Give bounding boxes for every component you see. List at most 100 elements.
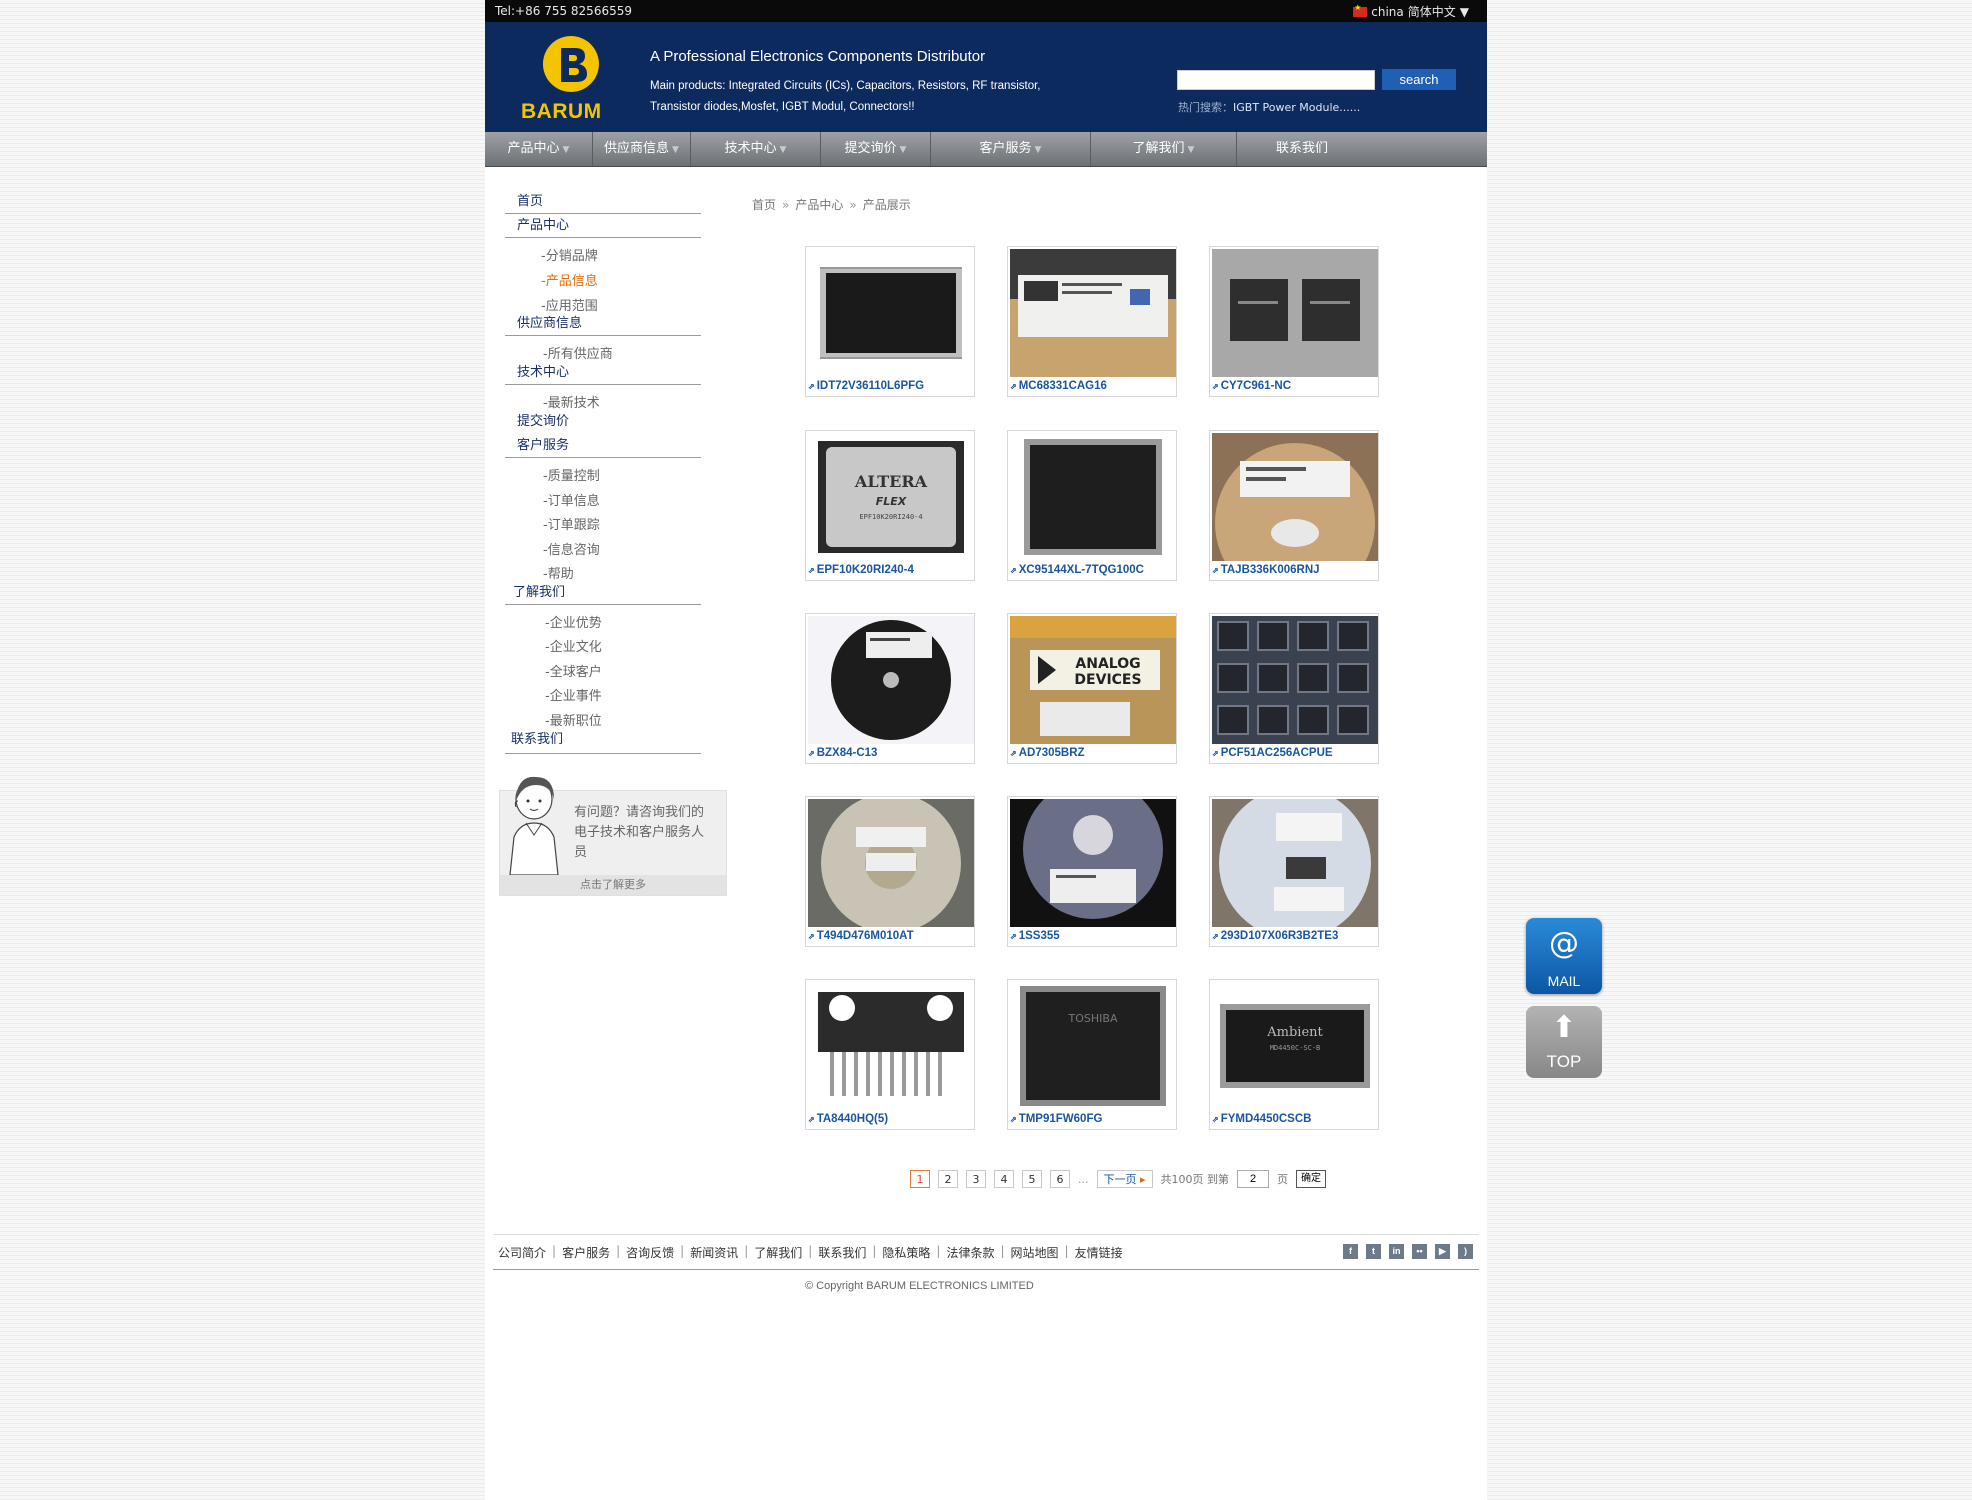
hot-search-keyword[interactable]: IGBT Power Module...... (1233, 101, 1360, 114)
footer-link[interactable]: 公司简介 (498, 1244, 546, 1261)
product-name-text[interactable]: EPF10K20RI240-4 (817, 564, 914, 576)
product-name-text[interactable]: TMP91FW60FG (1019, 1113, 1103, 1125)
product-name-text[interactable]: 293D107X06R3B2TE3 (1221, 930, 1339, 942)
product-name[interactable]: ⇗ MC68331CAG16 (1010, 380, 1107, 392)
goto-confirm-button[interactable]: 确定 (1296, 1170, 1327, 1188)
goto-page-input[interactable] (1237, 1170, 1270, 1188)
next-page-button[interactable]: 下一页 ▸ (1096, 1170, 1153, 1188)
product-card[interactable]: ⇗ TA8440HQ(5) (805, 979, 975, 1130)
sidebar-sub-quality[interactable]: -质量控制 (543, 465, 600, 484)
product-name[interactable]: ⇗ TAJB336K006RNJ (1212, 564, 1320, 576)
product-name[interactable]: ⇗ XC95144XL-7TQG100C (1010, 564, 1144, 576)
footer-link[interactable]: 隐私策略 (882, 1244, 930, 1261)
sidebar-item-products[interactable]: 产品中心 (505, 216, 701, 238)
page-4[interactable]: 4 (994, 1170, 1014, 1188)
footer-link[interactable]: 咨询反馈 (626, 1244, 674, 1261)
product-name[interactable]: ⇗ 293D107X06R3B2TE3 (1212, 930, 1338, 942)
sidebar-sub-advantages[interactable]: -企业优势 (545, 612, 602, 631)
sidebar-sub-order-info[interactable]: -订单信息 (543, 490, 600, 509)
product-card[interactable]: ⇗ T494D476M010AT (805, 796, 975, 947)
linkedin-icon[interactable]: in (1389, 1244, 1404, 1259)
product-name-text[interactable]: XC95144XL-7TQG100C (1019, 564, 1144, 576)
product-card[interactable]: ⇗ 293D107X06R3B2TE3 (1209, 796, 1379, 947)
sidebar-sub-latest-tech[interactable]: -最新技术 (543, 392, 600, 411)
sidebar-item-tech[interactable]: 技术中心 (505, 363, 701, 385)
product-name[interactable]: ⇗ EPF10K20RI240-4 (808, 564, 914, 576)
sidebar-sub-culture[interactable]: -企业文化 (545, 636, 602, 655)
product-name-text[interactable]: AD7305BRZ (1019, 747, 1085, 759)
sidebar-sub-all-suppliers[interactable]: -所有供应商 (543, 343, 613, 362)
product-card[interactable]: ⇗ TAJB336K006RNJ (1209, 430, 1379, 581)
product-name-text[interactable]: 1SS355 (1019, 930, 1060, 942)
product-card[interactable]: ⇗ PCF51AC256ACPUE (1209, 613, 1379, 764)
product-name-text[interactable]: TAJB336K006RNJ (1221, 564, 1320, 576)
product-card[interactable]: TOSHIBA ⇗ TMP91FW60FG (1007, 979, 1177, 1130)
product-card[interactable]: Ambient MD4450C-SC-B ⇗ FYMD4450CSCB (1209, 979, 1379, 1130)
sidebar-item-suppliers[interactable]: 供应商信息 (505, 314, 701, 336)
help-more-link[interactable]: 点击了解更多 (500, 875, 726, 895)
sidebar-sub-order-tracking[interactable]: -订单跟踪 (543, 514, 600, 533)
footer-link[interactable]: 新闻资讯 (690, 1244, 738, 1261)
product-card[interactable]: ⇗ CY7C961-NC (1209, 246, 1379, 397)
help-box[interactable]: 有问题？请咨询我们的电子技术和客户服务人员 点击了解更多 (499, 776, 727, 896)
nav-suppliers[interactable]: 供应商信息 ▼ (593, 132, 691, 166)
search-button[interactable]: search (1382, 69, 1456, 90)
sidebar-sub-help[interactable]: -帮助 (543, 563, 574, 582)
footer-link[interactable]: 客户服务 (562, 1244, 610, 1261)
rss-icon[interactable]: ) (1458, 1244, 1473, 1259)
sidebar-sub-brands[interactable]: -分销品牌 (541, 245, 598, 264)
language-selector[interactable]: china 简体中文 ▼ (1353, 3, 1469, 20)
footer-link[interactable]: 联系我们 (818, 1244, 866, 1261)
product-card[interactable]: ⇗ XC95144XL-7TQG100C (1007, 430, 1177, 581)
page-3[interactable]: 3 (966, 1170, 986, 1188)
product-card[interactable]: ANALOG DEVICES ⇗ AD7305BRZ (1007, 613, 1177, 764)
product-name[interactable]: ⇗ FYMD4450CSCB (1212, 1113, 1311, 1125)
product-name-text[interactable]: FYMD4450CSCB (1221, 1113, 1312, 1125)
product-name-text[interactable]: IDT72V36110L6PFG (817, 380, 924, 392)
mail-button[interactable]: @ MAIL (1526, 918, 1602, 994)
nav-products[interactable]: 产品中心 ▼ (485, 132, 593, 166)
product-name-text[interactable]: T494D476M010AT (817, 930, 914, 942)
product-name[interactable]: ⇗ IDT72V36110L6PFG (808, 380, 924, 392)
product-name-text[interactable]: MC68331CAG16 (1019, 380, 1107, 392)
product-card[interactable]: ⇗ MC68331CAG16 (1007, 246, 1177, 397)
nav-tech[interactable]: 技术中心 ▼ (691, 132, 821, 166)
sidebar-sub-events[interactable]: -企业事件 (545, 685, 602, 704)
nav-service[interactable]: 客户服务 ▼ (931, 132, 1091, 166)
page-5[interactable]: 5 (1022, 1170, 1042, 1188)
sidebar-item-home[interactable]: 首页 (505, 192, 701, 214)
sidebar-sub-jobs[interactable]: -最新职位 (545, 710, 602, 729)
sidebar-sub-product-info[interactable]: -产品信息 (541, 270, 598, 289)
breadcrumb-home[interactable]: 首页 (752, 198, 776, 212)
product-card[interactable]: ⇗ IDT72V36110L6PFG (805, 246, 975, 397)
sidebar-sub-applications[interactable]: -应用范围 (541, 295, 598, 314)
footer-link[interactable]: 友情链接 (1075, 1244, 1123, 1261)
nav-inquiry[interactable]: 提交询价 ▼ (821, 132, 931, 166)
product-name[interactable]: ⇗ 1SS355 (1010, 930, 1060, 942)
sidebar-item-inquiry[interactable]: 提交询价 (505, 412, 701, 432)
sidebar-sub-inquiry-info[interactable]: -信息咨询 (543, 539, 600, 558)
product-name[interactable]: ⇗ TMP91FW60FG (1010, 1113, 1102, 1125)
footer-link[interactable]: 网站地图 (1011, 1244, 1059, 1261)
page-2[interactable]: 2 (938, 1170, 958, 1188)
product-name[interactable]: ⇗ AD7305BRZ (1010, 747, 1085, 759)
barum-logo[interactable]: BARUM (519, 34, 619, 124)
twitter-icon[interactable]: t (1366, 1244, 1381, 1259)
sidebar-sub-global-clients[interactable]: -全球客户 (545, 661, 602, 680)
product-name-text[interactable]: CY7C961-NC (1221, 380, 1291, 392)
product-name-text[interactable]: PCF51AC256ACPUE (1221, 747, 1333, 759)
product-name[interactable]: ⇗ BZX84-C13 (808, 747, 877, 759)
sidebar-item-about[interactable]: 了解我们 (505, 583, 701, 605)
product-name-text[interactable]: TA8440HQ(5) (817, 1113, 888, 1125)
page-6[interactable]: 6 (1050, 1170, 1070, 1188)
product-name-text[interactable]: BZX84-C13 (817, 747, 878, 759)
product-name[interactable]: ⇗ T494D476M010AT (808, 930, 914, 942)
product-card[interactable]: ALTERA FLEX EPF10K20RI240-4 ⇗ EPF10K20RI2… (805, 430, 975, 581)
sidebar-item-contact[interactable]: 联系我们 (505, 730, 701, 754)
flickr-icon[interactable]: •• (1412, 1244, 1427, 1259)
product-card[interactable]: ⇗ 1SS355 (1007, 796, 1177, 947)
footer-link[interactable]: 法律条款 (946, 1244, 994, 1261)
product-name[interactable]: ⇗ TA8440HQ(5) (808, 1113, 888, 1125)
facebook-icon[interactable]: f (1343, 1244, 1358, 1259)
footer-link[interactable]: 了解我们 (754, 1244, 802, 1261)
